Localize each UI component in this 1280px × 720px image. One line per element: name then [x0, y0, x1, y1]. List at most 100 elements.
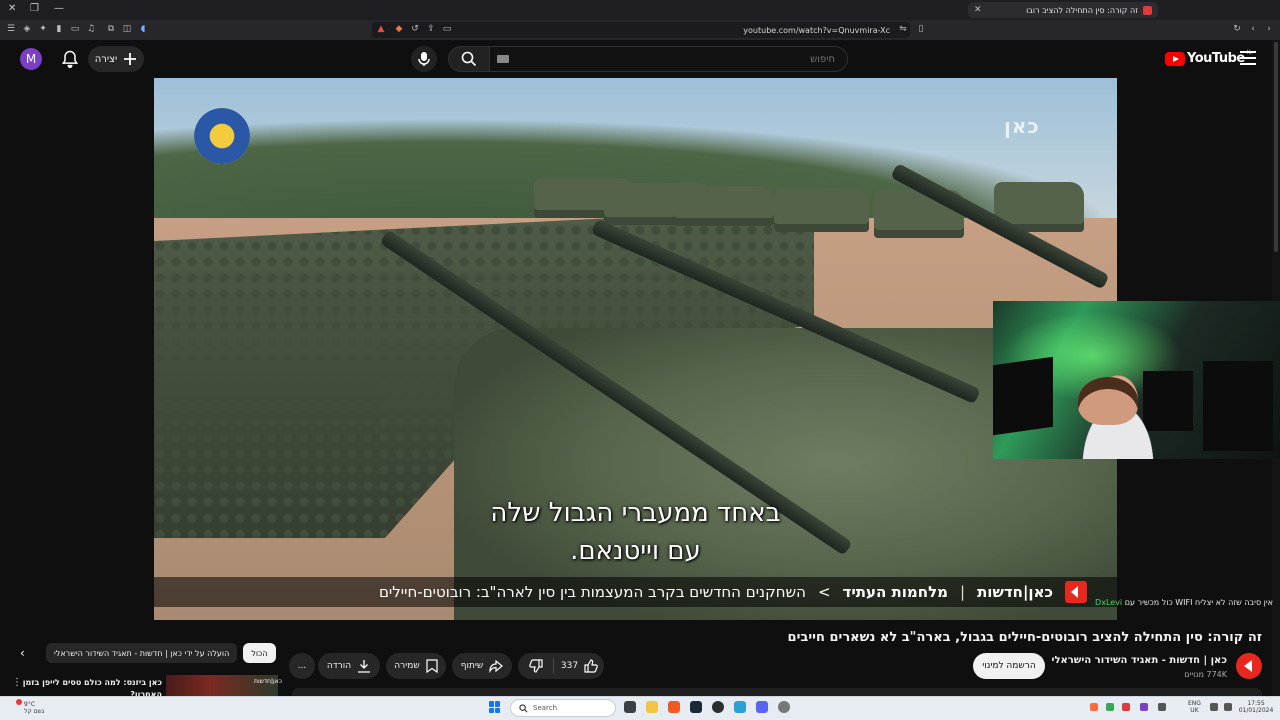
browser-address-bar: ☰ ◈ ✦ ▮ ▭ ♫ ⧉ ◫ ◖ youtube.com/watch?v=Qn… — [0, 20, 1280, 40]
volume-icon[interactable] — [1224, 703, 1232, 711]
reader-mode-icon[interactable]: ⇋ — [898, 24, 908, 34]
messaging-app-icon[interactable] — [734, 701, 746, 713]
taskbar-search[interactable]: Search — [510, 699, 616, 717]
speaker-icon[interactable]: ◖ — [138, 24, 148, 34]
youtube-favicon-icon — [1143, 5, 1152, 15]
clock-time: 17:55 — [1247, 700, 1265, 707]
video-frame-tank — [674, 186, 774, 226]
description-box[interactable] — [292, 688, 1262, 696]
thumbs-down-icon — [528, 659, 543, 673]
create-button[interactable]: יצירה — [88, 46, 144, 72]
forward-icon[interactable]: › — [1264, 24, 1274, 34]
scrollbar-thumb[interactable] — [1274, 42, 1278, 252]
more-actions-button[interactable]: ... — [289, 653, 315, 679]
tab-close-icon[interactable]: ✕ — [974, 5, 982, 15]
account-avatar[interactable]: M — [20, 48, 42, 70]
tray-app-icon[interactable] — [1122, 703, 1130, 711]
search-button[interactable] — [448, 46, 490, 72]
stream-chat-message: אין סיבה שזה לא יצליח WIFI כול מכשיר עם … — [1045, 598, 1273, 607]
shield-icon[interactable]: ◈ — [22, 24, 32, 34]
like-button[interactable]: 337 — [555, 653, 604, 679]
youtube-logo[interactable]: YouTube IL — [1165, 49, 1252, 66]
voice-search-button[interactable] — [411, 46, 437, 72]
language-code: ENG — [1188, 700, 1201, 707]
brave-browser-icon[interactable] — [668, 701, 680, 713]
thumbnail-label: כאן|חדשות — [254, 678, 282, 685]
weather-widget[interactable]: 9°C גשם קל — [14, 701, 44, 715]
search-input[interactable] — [490, 46, 848, 72]
bookmark-icon[interactable]: ▯ — [916, 24, 926, 34]
ticker-chevron: > — [817, 583, 831, 601]
sidebar-toggle-icon[interactable]: ☰ — [6, 24, 16, 34]
file-explorer-icon[interactable] — [646, 701, 658, 713]
share-page-icon[interactable]: ⇪ — [426, 24, 436, 34]
share-icon — [489, 659, 504, 673]
settings-gear-icon[interactable] — [778, 701, 790, 713]
chevron-left-icon[interactable]: ‹ — [20, 646, 25, 660]
ticker-section: מלחמות העתיד — [842, 583, 948, 601]
tray-app-icon[interactable] — [1106, 703, 1114, 711]
chat-message-text: אין סיבה שזה לא יצליח WIFI כול מכשיר עם — [1124, 598, 1273, 607]
reload-icon[interactable]: ↻ — [1232, 24, 1242, 34]
download-icon — [358, 660, 371, 673]
screenshot-icon[interactable]: ▭ — [442, 24, 452, 34]
discord-icon[interactable] — [756, 701, 768, 713]
youtube-play-icon — [1165, 51, 1185, 66]
steam-icon[interactable] — [690, 701, 702, 713]
filter-chips: הועלה על ידי כאן | חדשות - תאגיד השידור … — [46, 643, 276, 663]
music-icon[interactable]: ♫ — [86, 24, 96, 34]
translate-icon[interactable]: ↺ — [410, 24, 420, 34]
create-label: יצירה — [94, 53, 118, 65]
share-button[interactable]: שיתוף — [452, 653, 512, 679]
windows-taskbar — [0, 696, 1280, 720]
browser-tab-active[interactable]: זה קורה: סין התחילה להציב רובו ✕ — [968, 2, 1158, 18]
keyboard-language[interactable]: ENG UK — [1188, 700, 1201, 714]
microphone-icon — [418, 52, 430, 66]
chip-uploaded-by[interactable]: הועלה על ידי כאן | חדשות - תאגיד השידור … — [46, 643, 238, 663]
thumbs-up-icon — [584, 659, 598, 673]
dislike-button[interactable] — [518, 653, 553, 679]
url-field[interactable]: youtube.com/watch?v=Qnuvmira-Xc — [372, 22, 910, 38]
subscribe-button[interactable]: הרשמה למינוי — [973, 653, 1045, 679]
recommended-video-title[interactable]: כאן ביזנס: למה כולם טסים לייפן בזמן האחר… — [20, 677, 162, 696]
webcam-streamer-head — [1078, 377, 1138, 425]
ticker-separator: | — [960, 583, 966, 601]
extensions-icon[interactable]: ✦ — [38, 24, 48, 34]
wallet-icon[interactable]: ◫ — [122, 24, 132, 34]
media-app-icon[interactable] — [712, 701, 724, 713]
wifi-icon[interactable] — [1210, 703, 1218, 711]
channel-avatar[interactable] — [1236, 653, 1262, 679]
weather-temperature: 9°C — [24, 701, 36, 708]
tab-title: זה קורה: סין התחילה להציב רובו — [1026, 5, 1138, 15]
video-player[interactable]: כאן באחד ממעברי הגבול שלה עם וייטנאם. כא… — [154, 78, 1117, 620]
keyboard-icon[interactable] — [497, 55, 509, 63]
brave-shields-icon[interactable]: ◆ — [394, 24, 404, 34]
tab-groups-icon[interactable]: ▭ — [70, 24, 80, 34]
windows-start-icon[interactable] — [489, 701, 501, 713]
back-icon[interactable]: ‹ — [1248, 24, 1258, 34]
download-button[interactable]: הורדה — [318, 653, 380, 679]
chip-all[interactable]: הכול — [243, 643, 276, 663]
split-view-icon[interactable]: ▮ — [54, 24, 64, 34]
ticker-text: השחקנים החדשים בקרב המעצמות בין סין לארה… — [378, 583, 806, 601]
guide-menu-icon[interactable] — [1240, 51, 1256, 65]
clock[interactable]: 17:55 01/01/2024 — [1238, 700, 1274, 714]
restore-window-icon[interactable]: ❐ — [30, 3, 39, 14]
search-icon — [519, 703, 528, 712]
download-label: הורדה — [326, 661, 352, 671]
close-window-icon[interactable]: ✕ — [8, 3, 16, 14]
tray-app-icon[interactable] — [1140, 703, 1148, 711]
picture-in-picture-icon[interactable]: ⧉ — [106, 24, 116, 34]
brave-rewards-icon[interactable]: ▲ — [376, 24, 386, 34]
taskbar-search-label: Search — [533, 704, 558, 712]
minimize-window-icon[interactable]: — — [54, 3, 64, 14]
tray-app-icon[interactable] — [1090, 703, 1098, 711]
url-text: youtube.com/watch?v=Qnuvmira-Xc — [743, 25, 890, 35]
webcam-overlay — [993, 301, 1280, 459]
tray-app-icon[interactable] — [1158, 703, 1166, 711]
clock-date: 01/01/2024 — [1238, 707, 1274, 714]
chat-username: DxLevi — [1095, 598, 1123, 607]
task-view-icon[interactable] — [624, 701, 636, 713]
notifications-bell-icon[interactable] — [60, 49, 80, 69]
save-button[interactable]: שמירה — [386, 653, 446, 679]
